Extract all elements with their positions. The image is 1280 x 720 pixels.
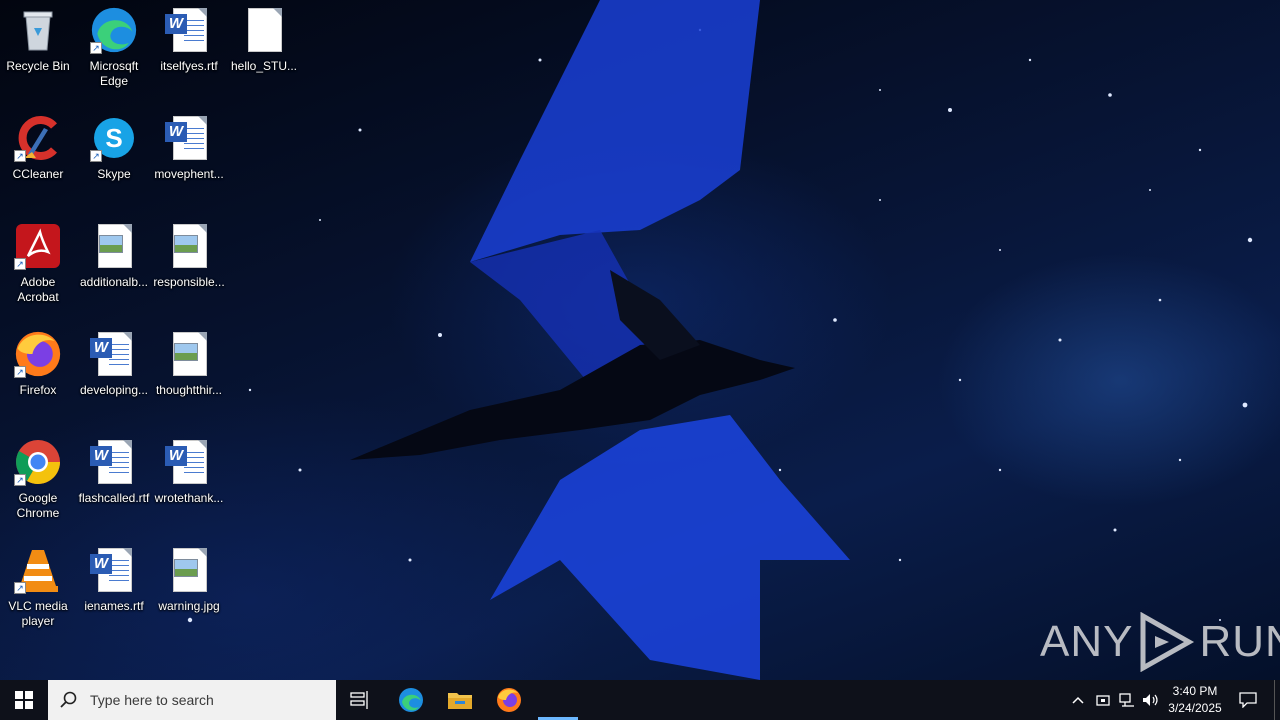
word-document-icon: W — [90, 330, 138, 378]
blank-file-icon — [240, 6, 288, 54]
desktop-icon-label: Microsqft Edge — [89, 59, 139, 88]
task-view-icon — [350, 691, 368, 709]
desktop-icon[interactable]: Wdeveloping... — [76, 324, 152, 424]
desktop-icon-label: itselfyes.rtf — [160, 59, 218, 73]
tray-device-button[interactable] — [1091, 680, 1115, 720]
firefox-icon: ↗ — [14, 330, 62, 378]
taskbar-search-box[interactable]: Type here to search — [48, 680, 336, 720]
desktop-icon-label: responsible... — [153, 275, 225, 289]
desktop[interactable]: Recycle Bin ↗ Microsqft Edge Witselfyes.rtf… — [0, 0, 1280, 680]
tray-network-button[interactable] — [1115, 680, 1139, 720]
task-view-button[interactable] — [336, 680, 384, 720]
image-file-icon — [165, 222, 213, 270]
edge-icon: ↗ — [90, 6, 138, 54]
desktop-icon[interactable]: Wienames.rtf — [76, 540, 152, 640]
search-placeholder: Type here to search — [90, 692, 214, 708]
desktop-icon-label: Google Chrome — [16, 491, 60, 520]
desktop-icon[interactable]: Witselfyes.rtf — [151, 0, 227, 100]
taskbar-edge-button[interactable] — [387, 680, 435, 720]
taskbar-firefox-button[interactable] — [485, 680, 533, 720]
notification-icon — [1239, 692, 1257, 708]
anyrun-watermark: ANY RUN — [1040, 612, 1280, 672]
ccleaner-icon: ↗ — [14, 114, 62, 162]
image-file-icon — [165, 546, 213, 594]
desktop-icon[interactable]: responsible... — [151, 216, 227, 316]
image-file-icon — [165, 330, 213, 378]
acrobat-icon: ↗ — [14, 222, 62, 270]
network-icon — [1119, 693, 1134, 707]
desktop-icon[interactable]: Wmovephent... — [151, 108, 227, 208]
desktop-icon-label: warning.jpg — [158, 599, 220, 613]
tray-volume-button[interactable] — [1139, 680, 1163, 720]
file-explorer-icon — [448, 693, 472, 709]
desktop-icon-label: Recycle Bin — [6, 59, 70, 73]
show-hidden-icons-button[interactable] — [1066, 680, 1090, 720]
watermark-text-right: RUN — [1199, 617, 1280, 666]
desktop-icon[interactable]: ↗ Firefox — [0, 324, 76, 424]
desktop-icon-label: thoughtthir... — [155, 383, 223, 397]
image-file-icon — [90, 222, 138, 270]
desktop-icon-label: CCleaner — [12, 167, 64, 181]
shortcut-arrow-icon: ↗ — [90, 42, 102, 54]
desktop-icon[interactable]: additionalb... — [76, 216, 152, 316]
shortcut-arrow-icon: ↗ — [14, 258, 26, 270]
desktop-icon[interactable]: ↗ VLC media player — [0, 540, 76, 640]
desktop-icon[interactable]: ↗ Adobe Acrobat — [0, 216, 76, 316]
dragon-silhouette — [350, 0, 850, 680]
desktop-icon[interactable]: thoughtthir... — [151, 324, 227, 424]
usb-device-icon — [1096, 695, 1110, 706]
firefox-icon — [497, 688, 521, 712]
word-document-icon: W — [165, 6, 213, 54]
clock-time: 3:40 PM — [1172, 684, 1218, 698]
desktop-icon-label: VLC media player — [8, 599, 68, 628]
shortcut-arrow-icon: ↗ — [90, 150, 102, 162]
volume-icon — [1143, 694, 1158, 706]
desktop-icon[interactable]: Wwrotethank... — [151, 432, 227, 532]
skype-icon: S ↗ — [90, 114, 138, 162]
shortcut-arrow-icon: ↗ — [14, 474, 26, 486]
word-document-icon: W — [165, 438, 213, 486]
desktop-icon-label: ienames.rtf — [84, 599, 144, 613]
shortcut-arrow-icon: ↗ — [14, 366, 26, 378]
shortcut-arrow-icon: ↗ — [14, 582, 26, 594]
desktop-icon-label: Adobe Acrobat — [17, 275, 59, 304]
taskbar: Type here to search 3:40 PM 3/24/2025 — [0, 680, 1280, 720]
desktop-icon[interactable]: ↗ Google Chrome — [0, 432, 76, 532]
action-center-button[interactable] — [1228, 680, 1268, 720]
clock-date: 3/24/2025 — [1168, 701, 1222, 715]
word-document-icon: W — [90, 438, 138, 486]
taskbar-clock[interactable]: 3:40 PM 3/24/2025 — [1166, 680, 1224, 720]
recycle-bin-icon — [14, 6, 62, 54]
desktop-icon[interactable]: hello_STU... — [226, 0, 302, 100]
desktop-icon[interactable]: ↗ Microsqft Edge — [76, 0, 152, 100]
word-document-icon: W — [90, 546, 138, 594]
windows-logo-icon — [15, 691, 33, 709]
desktop-icon-label: additionalb... — [79, 275, 149, 289]
taskbar-file-explorer-button[interactable] — [436, 680, 484, 720]
shortcut-arrow-icon: ↗ — [14, 150, 26, 162]
desktop-icon-label: movephent... — [154, 167, 224, 181]
chrome-icon: ↗ — [14, 438, 62, 486]
desktop-icon-label: hello_STU... — [230, 59, 298, 73]
vlc-icon: ↗ — [14, 546, 62, 594]
desktop-icon[interactable]: S ↗ Skype — [76, 108, 152, 208]
desktop-icon-label: wrotethank... — [154, 491, 224, 505]
desktop-icon-label: flashcalled.rtf — [78, 491, 150, 505]
desktop-icon-label: developing... — [79, 383, 149, 397]
play-logo-icon — [1140, 612, 1195, 672]
search-icon — [60, 691, 77, 708]
edge-icon — [399, 688, 423, 712]
chevron-up-icon — [1072, 696, 1084, 704]
watermark-text-left: ANY — [1040, 617, 1134, 666]
desktop-icon[interactable]: Recycle Bin — [0, 0, 76, 100]
desktop-icon-label: Skype — [97, 167, 131, 181]
svg-text:S: S — [105, 123, 122, 153]
start-button[interactable] — [0, 680, 48, 720]
desktop-icon-label: Firefox — [19, 383, 57, 397]
show-desktop-button[interactable] — [1274, 680, 1280, 720]
desktop-icon[interactable]: Wflashcalled.rtf — [76, 432, 152, 532]
desktop-icon[interactable]: ↗ CCleaner — [0, 108, 76, 208]
word-document-icon: W — [165, 114, 213, 162]
desktop-icon[interactable]: warning.jpg — [151, 540, 227, 640]
